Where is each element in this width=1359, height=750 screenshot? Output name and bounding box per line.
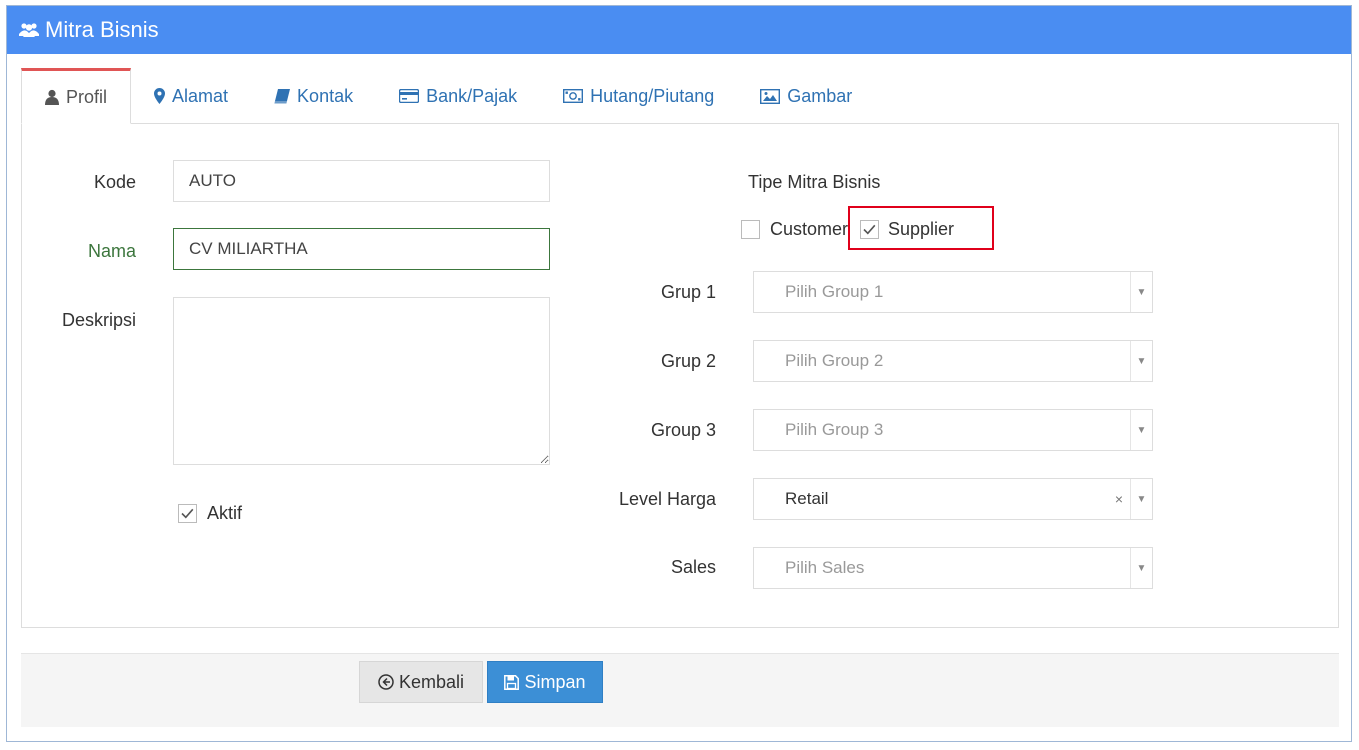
tab-profil[interactable]: Profil — [21, 68, 132, 124]
tab-gambar[interactable]: Gambar — [737, 68, 875, 124]
kembali-label: Kembali — [398, 671, 465, 692]
chevron-down-icon[interactable]: ▼ — [1130, 479, 1152, 519]
group3-placeholder: Pilih Group 3 — [785, 420, 884, 439]
level-harga-select[interactable]: Retail × ▼ — [753, 478, 1153, 520]
tab-label: Profil — [66, 86, 108, 107]
tab-bar: Profil Alamat Kontak Bank/Pajak Hutang/P… — [21, 68, 875, 124]
kembali-button[interactable]: Kembali — [359, 661, 483, 703]
aktif-label: Aktif — [207, 503, 243, 523]
sales-label: Sales — [670, 557, 716, 577]
group1-label: Grup 1 — [660, 282, 716, 302]
mitra-bisnis-window: Mitra Bisnis Profil Alamat Kontak Bank/P… — [6, 5, 1352, 742]
group2-placeholder: Pilih Group 2 — [785, 351, 884, 370]
tipe-mitra-label: Tipe Mitra Bisnis — [748, 172, 881, 192]
save-icon — [504, 674, 520, 690]
group2-select[interactable]: Pilih Group 2 ▼ — [753, 340, 1153, 382]
chevron-down-icon[interactable]: ▼ — [1130, 548, 1152, 588]
window-titlebar: Mitra Bisnis — [7, 6, 1351, 54]
sales-placeholder: Pilih Sales — [785, 558, 865, 577]
tab-bank-pajak[interactable]: Bank/Pajak — [376, 68, 540, 124]
window-title: Mitra Bisnis — [45, 17, 159, 42]
group3-select[interactable]: Pilih Group 3 ▼ — [753, 409, 1153, 451]
check-icon — [181, 508, 194, 519]
simpan-button[interactable]: Simpan — [487, 661, 603, 703]
arrow-circle-left-icon — [378, 674, 394, 690]
chevron-down-icon[interactable]: ▼ — [1130, 410, 1152, 450]
level-harga-label: Level Harga — [618, 489, 716, 509]
sales-select[interactable]: Pilih Sales ▼ — [753, 547, 1153, 589]
group1-select[interactable]: Pilih Group 1 ▼ — [753, 271, 1153, 313]
money-icon — [563, 89, 584, 103]
customer-label: Customer — [770, 219, 849, 239]
chevron-down-icon[interactable]: ▼ — [1130, 341, 1152, 381]
map-marker-icon — [154, 88, 166, 104]
tab-label: Bank/Pajak — [426, 85, 518, 106]
user-icon — [45, 89, 59, 105]
level-harga-value: Retail — [785, 489, 829, 508]
tab-label: Gambar — [787, 85, 853, 106]
tab-label: Alamat — [172, 85, 229, 106]
aktif-checkbox[interactable] — [178, 504, 197, 523]
users-icon — [19, 20, 39, 40]
form-footer: Kembali Simpan — [21, 653, 1339, 727]
nama-field[interactable]: CV MILIARTHA — [173, 228, 550, 270]
group2-label: Grup 2 — [660, 351, 716, 371]
picture-icon — [760, 88, 781, 104]
tab-label: Hutang/Piutang — [590, 85, 715, 106]
customer-checkbox[interactable] — [741, 220, 760, 239]
group1-placeholder: Pilih Group 1 — [785, 282, 884, 301]
tab-hutang-piutang[interactable]: Hutang/Piutang — [540, 68, 737, 124]
kode-field[interactable]: AUTO — [173, 160, 550, 202]
profil-panel: Kode AUTO Nama CV MILIARTHA Deskripsi Ak… — [21, 123, 1339, 628]
clear-icon[interactable]: × — [1108, 491, 1130, 507]
chevron-down-icon[interactable]: ▼ — [1130, 272, 1152, 312]
deskripsi-textarea[interactable] — [173, 297, 550, 465]
nama-label: Nama — [87, 241, 136, 261]
tab-kontak[interactable]: Kontak — [251, 68, 376, 124]
group3-label: Group 3 — [650, 420, 716, 440]
credit-card-icon — [399, 89, 420, 103]
book-icon — [274, 88, 291, 104]
kode-label: Kode — [93, 172, 136, 192]
deskripsi-label: Deskripsi — [61, 310, 136, 330]
tab-label: Kontak — [297, 85, 354, 106]
supplier-highlight-box — [848, 206, 994, 250]
simpan-label: Simpan — [524, 671, 586, 692]
tab-alamat[interactable]: Alamat — [131, 68, 251, 124]
